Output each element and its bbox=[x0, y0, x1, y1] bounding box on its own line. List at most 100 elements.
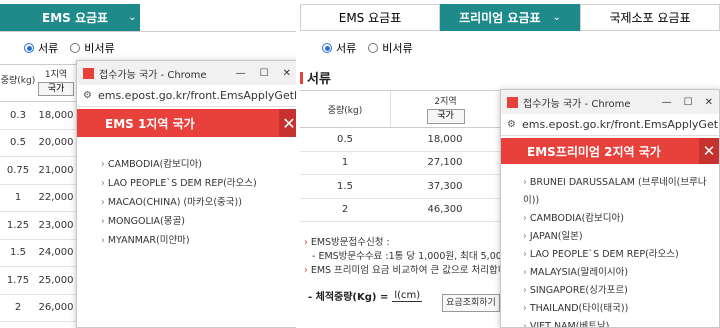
radio-group: 서류 비서류 bbox=[24, 40, 115, 56]
rate-table: 중량(kg) 2지역 국가 0.5 18,000 1 27,100 1.5 37,300 2… bbox=[300, 90, 500, 222]
country-list: CAMBODIA(캄보디아)LAO PEOPLE`S DEM REP(라오스) M… bbox=[77, 137, 299, 250]
country-button[interactable]: 국가 bbox=[38, 82, 74, 96]
weight-cell: 1.5 bbox=[337, 180, 353, 192]
app-icon bbox=[507, 96, 518, 108]
col-zone-header: 2지역 bbox=[434, 97, 457, 107]
bullet-icon bbox=[300, 71, 303, 84]
table-row: 1.5 24,000 bbox=[0, 240, 76, 267]
country-button[interactable]: 국가 bbox=[426, 109, 465, 124]
tab-bar: EMS 요금표 프리미엄 요금표 ⌄ 국제소포 요금표 bbox=[300, 4, 720, 31]
url-text: ems.epost.go.kr/front.EmsApplyGetDeli... bbox=[521, 118, 719, 131]
table-row: 0.5 18,000 bbox=[300, 128, 500, 152]
volume-weight-row: - 체적중량(Kg) = l(cm) bbox=[308, 288, 423, 303]
price-cell: 25,000 bbox=[38, 274, 74, 286]
note-line: › EMS 프리미엄 요금 비교하여 큰 값으로 처리합니다 bbox=[304, 265, 516, 276]
table-row: 0.5 20,000 bbox=[0, 130, 76, 157]
price-cell: 37,300 bbox=[427, 180, 463, 192]
minimize-icon[interactable]: — bbox=[662, 97, 672, 108]
radio-nondocs[interactable] bbox=[70, 43, 81, 53]
price-cell: 22,000 bbox=[38, 192, 74, 204]
country-popup: 접수가능 국가 - Chrome — ☐ ✕ ⚙ ems.epost.go.kr… bbox=[500, 89, 720, 328]
tab-label: 프리미엄 요금표 bbox=[459, 11, 541, 25]
country-item: CAMBODIA(캄보디아) bbox=[101, 155, 299, 174]
tab-premium-rates[interactable]: 프리미엄 요금표 ⌄ bbox=[440, 4, 580, 31]
chevron-down-icon[interactable]: ⌄ bbox=[553, 12, 561, 23]
table-row: 1.5 37,300 bbox=[300, 175, 500, 199]
close-x-icon[interactable]: ✕ bbox=[699, 138, 719, 164]
country-item: CAMBODIA(캄보디아) bbox=[523, 210, 719, 228]
query-rate-button[interactable]: 요금조회하기 bbox=[442, 294, 500, 312]
maximize-icon[interactable]: ☐ bbox=[684, 97, 693, 108]
volume-unit: l(cm) bbox=[392, 289, 423, 302]
country-item: LAO PEOPLE`S DEM REP(라오스) bbox=[101, 174, 299, 193]
site-settings-icon[interactable]: ⚙ bbox=[507, 119, 516, 130]
radio-nondocs-label: 비서류 bbox=[382, 42, 413, 55]
popup-header: EMS 1지역 국가 ✕ bbox=[77, 109, 299, 137]
note-line: › EMS방문접수신청 : bbox=[304, 237, 390, 248]
tab-underline bbox=[0, 31, 296, 32]
radio-nondocs[interactable] bbox=[368, 43, 379, 53]
tab-parcel-rates[interactable]: 국제소포 요금표 bbox=[580, 4, 720, 31]
tab-ems-rates[interactable]: EMS 요금표 bbox=[300, 4, 440, 31]
close-icon[interactable]: ✕ bbox=[705, 97, 713, 108]
tab-ems-rates[interactable]: EMS 요금표 ⌄ bbox=[0, 4, 140, 31]
note-line: - EMS방문수수료 :1통 당 1,000원, 최대 5,000원 bbox=[312, 251, 517, 262]
weight-cell: 1.25 bbox=[6, 219, 30, 231]
radio-docs-label: 서류 bbox=[38, 42, 59, 55]
country-item: THAILAND(타이(태국)) bbox=[523, 300, 719, 318]
price-cell: 46,300 bbox=[427, 204, 463, 216]
weight-cell: 1.5 bbox=[10, 247, 26, 259]
table-row: 1.75 25,000 bbox=[0, 267, 76, 295]
maximize-icon[interactable]: ☐ bbox=[260, 68, 269, 79]
url-bar[interactable]: ⚙ ems.epost.go.kr/front.EmsApplyGetDeli.… bbox=[77, 85, 299, 107]
price-cell: 20,000 bbox=[38, 137, 74, 149]
tab-label: EMS 요금표 bbox=[338, 11, 402, 25]
col-weight-header: 중량(kg) bbox=[327, 106, 363, 116]
table-row: 1 22,000 bbox=[0, 185, 76, 212]
price-cell: 18,000 bbox=[38, 109, 74, 121]
popup-header-title: EMS프리미엄 2지역 국가 bbox=[527, 144, 661, 159]
country-item: MONGOLIA(몽골) bbox=[101, 212, 299, 231]
col-zone-header: 1지역 bbox=[44, 70, 68, 80]
right-panel: EMS 요금표 프리미엄 요금표 ⌄ 국제소포 요금표 서류 비서류 서류 중량… bbox=[300, 0, 720, 328]
weight-cell: 0.3 bbox=[10, 109, 26, 121]
table-body: 0.5 18,000 1 27,100 1.5 37,300 2 46,300 bbox=[300, 128, 500, 222]
country-item: LAO PEOPLE`S DEM REP(라오스) bbox=[523, 246, 719, 264]
price-cell: 18,000 bbox=[427, 133, 463, 145]
table-row: 1.25 23,000 bbox=[0, 212, 76, 240]
table-row: 2 46,300 bbox=[300, 199, 500, 222]
popup-title: 접수가능 국가 - Chrome bbox=[523, 98, 631, 110]
country-item: BRUNEI DARUSSALAM (브루네이(브루나이)) bbox=[523, 174, 719, 210]
weight-cell: 1.75 bbox=[6, 274, 30, 286]
radio-nondocs-label: 비서류 bbox=[84, 42, 115, 55]
table-body: 0.3 18,000 0.5 20,000 0.75 21,000 1 22,000 1.25 2… bbox=[0, 102, 76, 322]
col-weight-header: 중량(kg) bbox=[0, 76, 36, 86]
table-row: 1 27,100 bbox=[300, 152, 500, 175]
weight-cell: 2 bbox=[14, 302, 22, 314]
radio-docs[interactable] bbox=[322, 43, 332, 53]
url-bar[interactable]: ⚙ ems.epost.go.kr/front.EmsApplyGetDeli.… bbox=[501, 114, 719, 136]
notes: › EMS방문접수신청 : - EMS방문수수료 :1통 당 1,000원, 최대… bbox=[304, 236, 517, 278]
weight-cell: 0.5 bbox=[10, 137, 26, 149]
table-header: 중량(kg) 1지역 국가 bbox=[0, 64, 76, 102]
radio-docs[interactable] bbox=[24, 43, 34, 53]
price-cell: 23,000 bbox=[38, 219, 74, 231]
popup-header: EMS프리미엄 2지역 국가 ✕ bbox=[501, 138, 719, 164]
price-cell: 24,000 bbox=[38, 247, 74, 259]
popup-titlebar: 접수가능 국가 - Chrome — ☐ ✕ bbox=[77, 61, 299, 85]
country-item: MYANMAR(미얀마) bbox=[101, 231, 299, 250]
country-item: SINGAPORE(싱가포르) bbox=[523, 282, 719, 300]
weight-cell: 1 bbox=[14, 192, 22, 204]
radio-group: 서류 비서류 bbox=[322, 40, 413, 56]
left-panel: EMS 요금표 ⌄ 서류 비서류 중량(kg) 1지역 국가 0.3 18,000… bbox=[0, 0, 300, 328]
minimize-icon[interactable]: — bbox=[236, 68, 246, 79]
app-icon bbox=[83, 67, 94, 79]
price-cell: 26,000 bbox=[38, 302, 74, 314]
site-settings-icon[interactable]: ⚙ bbox=[83, 90, 92, 101]
chevron-down-icon[interactable]: ⌄ bbox=[128, 12, 136, 23]
table-header: 중량(kg) 2지역 국가 bbox=[300, 90, 500, 128]
tab-label: 국제소포 요금표 bbox=[609, 11, 691, 25]
popup-header-title: EMS 1지역 국가 bbox=[105, 116, 195, 131]
close-icon[interactable]: ✕ bbox=[283, 68, 291, 79]
tab-label: EMS 요금표 bbox=[42, 11, 109, 25]
